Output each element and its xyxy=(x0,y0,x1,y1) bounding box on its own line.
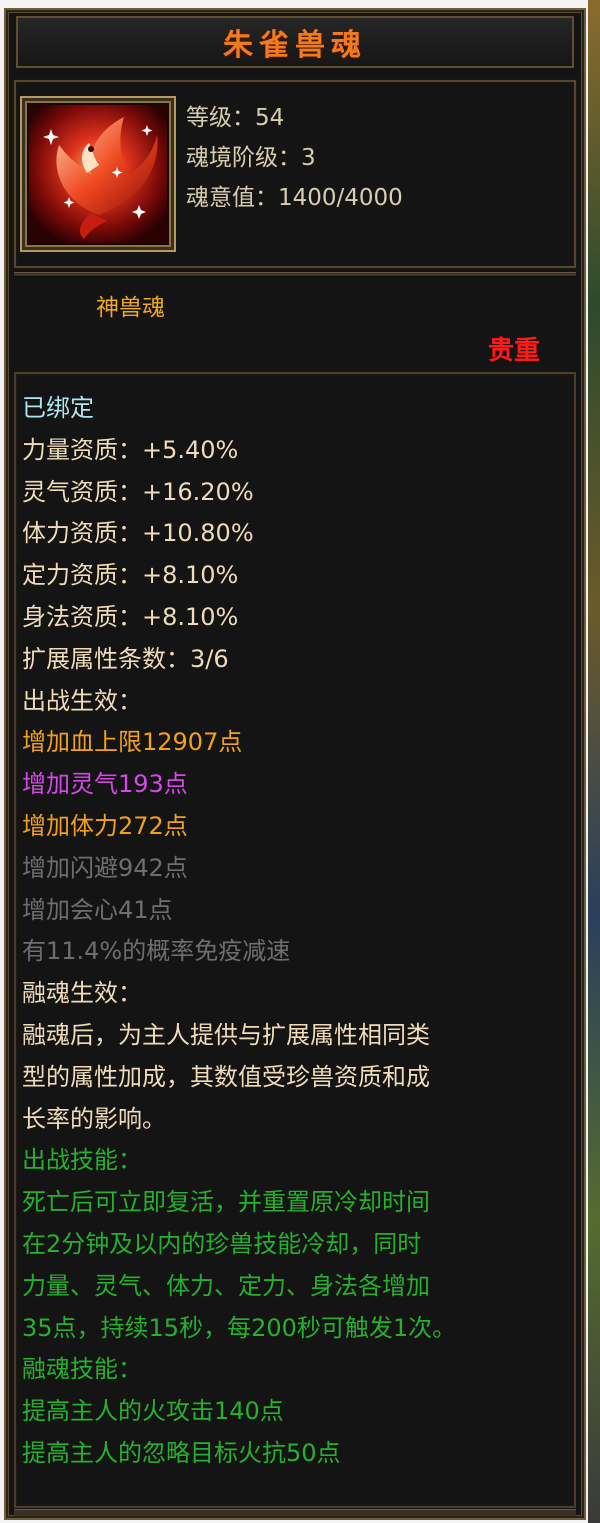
battle-skill-desc-2: 在2分钟及以内的珍兽技能冷却，同时 xyxy=(22,1229,422,1258)
fusion-effect-desc-2: 型的属性加成，其数值受珍兽资质和成 xyxy=(22,1062,430,1091)
tooltip-title-bar: 朱雀兽魂 xyxy=(16,16,574,68)
fusion-skill-header: 融魂技能： xyxy=(22,1355,142,1384)
vermilion-bird-phoenix-icon xyxy=(29,105,167,243)
spirit-aptitude: 灵气资质：+16.20% xyxy=(22,477,254,506)
item-title: 朱雀兽魂 xyxy=(223,28,367,63)
item-level: 等级：54 xyxy=(186,105,285,131)
fusion-skill-2: 提高主人的忽略目标火抗50点 xyxy=(22,1438,341,1467)
soul-value: 魂意值：1400/4000 xyxy=(186,185,403,211)
bound-status: 已绑定 xyxy=(22,394,94,422)
battle-skill-desc-1: 死亡后可立即复活，并重置原冷却时间 xyxy=(22,1188,430,1217)
focus-aptitude: 定力资质：+8.10% xyxy=(22,561,239,590)
soul-realm-tier: 魂境阶级：3 xyxy=(186,145,316,171)
rarity-badge: 贵重 xyxy=(488,336,541,366)
tooltip-bottom-border xyxy=(14,1509,576,1516)
background-game-scene xyxy=(588,0,600,1523)
item-icon-frame xyxy=(20,96,176,252)
effect-crit: 增加会心41点 xyxy=(22,895,173,924)
effect-immune-slow: 有11.4%的概率免疫减速 xyxy=(22,937,291,966)
item-details-list: 已绑定 力量资质：+5.40% 灵气资质：+16.20% 体力资质：+10.80… xyxy=(22,388,570,1475)
item-type-label: 神兽魂 xyxy=(96,295,165,321)
item-stats-block: 等级：54 魂境阶级：3 魂意值：1400/4000 xyxy=(186,98,403,218)
battle-skill-desc-4: 35点，持续15秒，每200秒可触发1次。 xyxy=(22,1313,457,1342)
fusion-skill-1: 提高主人的火攻击140点 xyxy=(22,1397,284,1426)
fusion-effect-desc-3: 长率的影响。 xyxy=(22,1104,166,1133)
effect-dodge: 增加闪避942点 xyxy=(22,853,188,882)
stamina-aptitude: 体力资质：+10.80% xyxy=(22,519,254,548)
battle-effect-header: 出战生效： xyxy=(22,686,142,715)
strength-aptitude: 力量资质：+5.40% xyxy=(22,435,239,464)
battle-skill-desc-3: 力量、灵气、体力、定力、身法各增加 xyxy=(22,1271,430,1300)
extended-attribute-count: 扩展属性条数：3/6 xyxy=(22,644,229,673)
battle-skill-header: 出战技能： xyxy=(22,1146,142,1175)
fusion-effect-desc-1: 融魂后，为主人提供与扩展属性相同类 xyxy=(22,1020,430,1049)
effect-stamina: 增加体力272点 xyxy=(22,811,188,840)
agility-aptitude: 身法资质：+8.10% xyxy=(22,602,239,631)
divider xyxy=(14,272,576,277)
effect-spirit: 增加灵气193点 xyxy=(22,770,188,799)
effect-hp: 增加血上限12907点 xyxy=(22,728,243,757)
fusion-effect-header: 融魂生效： xyxy=(22,979,142,1008)
